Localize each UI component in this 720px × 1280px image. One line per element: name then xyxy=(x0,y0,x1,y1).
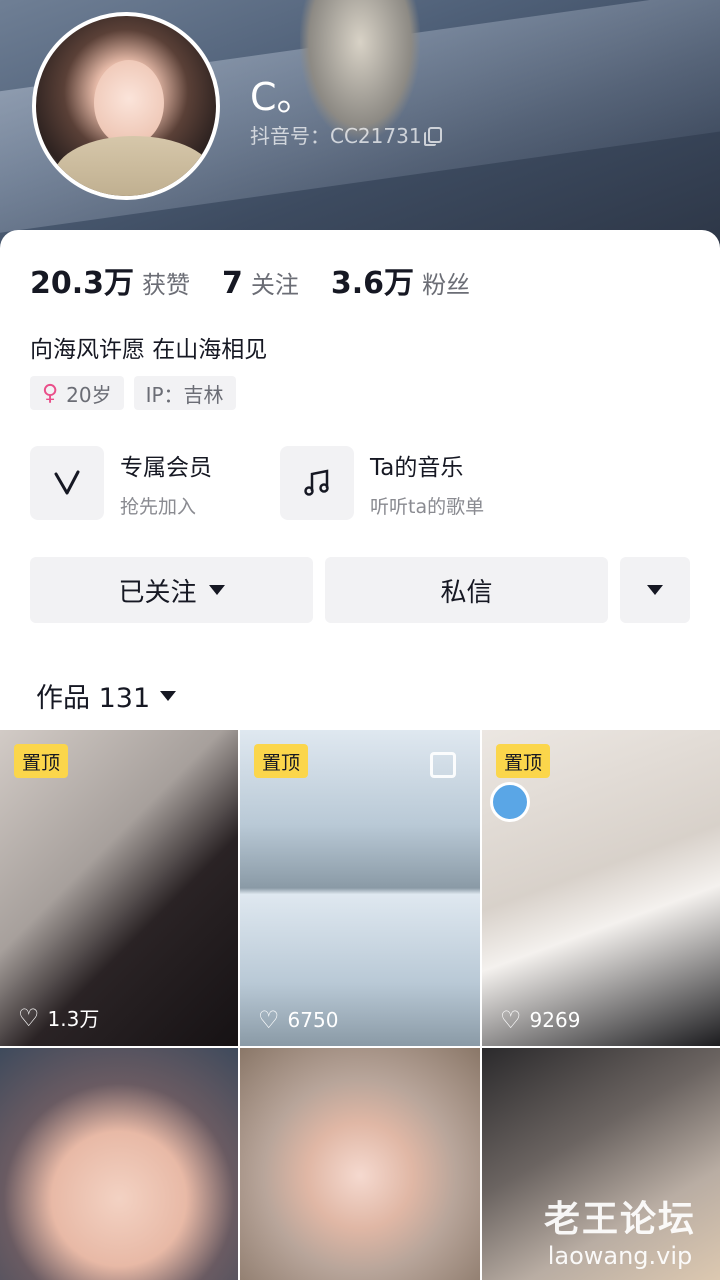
watermark-title: 老王论坛 xyxy=(543,1199,696,1240)
watermark: 老王论坛 laowang.vip xyxy=(544,1190,696,1270)
female-icon: ♀ xyxy=(42,380,59,406)
heart-icon: ♡ xyxy=(18,1003,40,1032)
age-tag: ♀ 20岁 xyxy=(30,376,124,410)
profile-tags: ♀ 20岁 IP：吉林 xyxy=(30,376,236,410)
age-text: 20岁 xyxy=(66,382,112,407)
message-button[interactable]: 私信 xyxy=(325,557,608,623)
stat-following[interactable]: 7 关注 xyxy=(222,265,299,301)
stat-followers-value: 3.6万 xyxy=(330,266,415,301)
ip-text: IP：吉林 xyxy=(145,382,224,407)
video-thumbnail[interactable]: 老王论坛 laowang.vip xyxy=(482,1048,720,1280)
feature-music-title: Ta的音乐 xyxy=(370,454,464,481)
ip-tag: IP：吉林 xyxy=(133,376,236,410)
copy-icon[interactable] xyxy=(423,126,442,146)
tab-works-label: 作品 131 xyxy=(36,683,151,714)
more-options-button[interactable] xyxy=(620,557,690,623)
like-count: ♡ 1.3万 xyxy=(18,1003,99,1032)
like-count-text: 6750 xyxy=(287,1008,339,1032)
video-thumbnail[interactable] xyxy=(240,1048,480,1280)
avatar-hoodie xyxy=(54,136,214,196)
feature-membership-subtitle: 抢先加入 xyxy=(120,495,197,518)
chevron-down-icon xyxy=(208,585,225,595)
nickname: C。 xyxy=(250,75,315,119)
chevron-down-icon xyxy=(160,690,177,701)
stat-likes[interactable]: 20.3万 获赞 xyxy=(30,258,190,302)
bio: 向海风许愿 在山海相见 xyxy=(30,337,268,363)
stat-following-label: 关注 xyxy=(250,271,299,299)
video-grid: 置顶 ♡ 1.3万 置顶 ♡ 6750 置顶 ♡ 9269 老王论坛 laowa… xyxy=(0,730,720,1280)
heart-icon: ♡ xyxy=(258,1006,280,1034)
heart-icon: ♡ xyxy=(500,1006,522,1034)
pinned-badge: 置顶 xyxy=(254,744,309,778)
v-icon xyxy=(30,446,104,520)
sticker-icon xyxy=(490,782,530,822)
like-count-text: 9269 xyxy=(529,1008,581,1032)
following-button-label: 已关注 xyxy=(118,577,197,608)
message-button-label: 私信 xyxy=(440,577,493,608)
stat-following-value: 7 xyxy=(222,266,243,301)
banner-figure xyxy=(300,0,420,140)
stat-followers-label: 粉丝 xyxy=(422,271,471,299)
like-count-text: 1.3万 xyxy=(47,1007,100,1031)
video-thumbnail[interactable]: 置顶 ♡ 9269 xyxy=(482,730,720,1046)
video-thumbnail[interactable]: 置顶 ♡ 1.3万 xyxy=(0,730,238,1046)
video-thumbnail[interactable] xyxy=(0,1048,238,1280)
avatar[interactable] xyxy=(32,12,220,200)
like-count: ♡ 6750 xyxy=(258,1008,338,1032)
feature-row: 专属会员 抢先加入 Ta的音乐 听听ta的歌单 xyxy=(30,446,530,520)
video-thumbnail[interactable]: 置顶 ♡ 6750 xyxy=(240,730,480,1046)
music-note-icon xyxy=(280,446,354,520)
douyin-id[interactable]: 抖音号：CC21731 xyxy=(250,120,442,149)
following-button[interactable]: 已关注 xyxy=(30,557,313,623)
avatar-face xyxy=(94,60,164,146)
douyin-id-text: 抖音号：CC21731 xyxy=(250,124,422,148)
profile-card: 20.3万 获赞 7 关注 3.6万 粉丝 向海风许愿 在山海相见 ♀ 20岁 … xyxy=(0,230,720,1280)
watermark-url: laowang.vip xyxy=(547,1242,693,1270)
pinned-badge: 置顶 xyxy=(14,744,69,778)
stat-likes-label: 获赞 xyxy=(142,271,191,299)
tab-works[interactable]: 作品 131 xyxy=(36,676,177,715)
stats-row: 20.3万 获赞 7 关注 3.6万 粉丝 xyxy=(30,258,502,302)
feature-membership-title: 专属会员 xyxy=(120,454,212,481)
feature-music-subtitle: 听听ta的歌单 xyxy=(370,495,485,518)
stat-followers[interactable]: 3.6万 粉丝 xyxy=(331,258,470,302)
pinned-badge: 置顶 xyxy=(496,744,551,778)
feature-membership[interactable]: 专属会员 抢先加入 xyxy=(30,446,280,520)
feature-music[interactable]: Ta的音乐 听听ta的歌单 xyxy=(280,446,530,520)
stat-likes-value: 20.3万 xyxy=(30,266,135,301)
like-count: ♡ 9269 xyxy=(500,1008,580,1032)
chevron-down-icon xyxy=(647,585,663,595)
action-row: 已关注 私信 xyxy=(30,557,690,623)
multi-image-icon xyxy=(430,752,456,778)
